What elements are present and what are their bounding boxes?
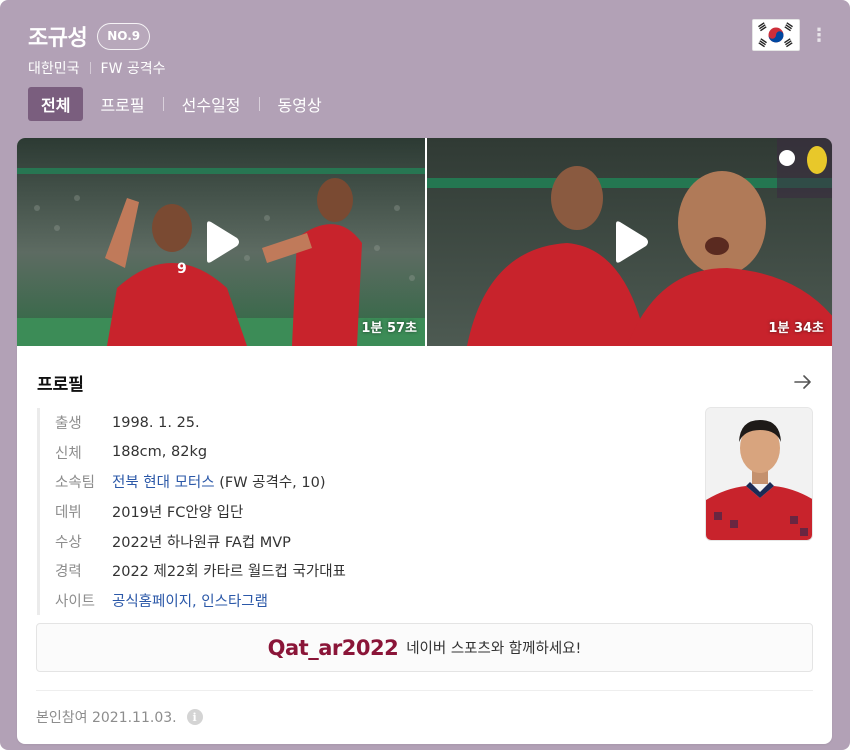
content-panel: 9 1분 57초 1분 34초 프로필 출생 1998. 1. 25. 신체 1… (17, 138, 832, 744)
player-position: FW 공격수 (100, 61, 166, 77)
video-thumbnail-1[interactable]: 9 1분 57초 (17, 138, 425, 346)
info-value: 2019년 FC안양 입단 (112, 505, 244, 522)
player-card: 조규성 NO.9 ⋮ 대한민국 FW 공격수 전체 프로필 선수일정 동영상 9… (0, 0, 850, 750)
number-badge: NO.9 (97, 22, 151, 50)
info-value: 전북 현대 모터스 (FW 공격수, 10) (112, 471, 326, 492)
info-row-birth: 출생 1998. 1. 25. (55, 408, 677, 438)
video-strip: 9 1분 57초 1분 34초 (17, 138, 832, 346)
info-row-body: 신체 188cm, 82kg (55, 438, 677, 468)
info-label: 데뷔 (55, 505, 82, 522)
qatar-2022-banner[interactable]: Qat_ar2022 네이버 스포츠와 함께하세요! (36, 623, 813, 672)
tab-videos[interactable]: 동영상 (265, 87, 335, 121)
self-participation-date: 본인참여 2021.11.03. (36, 710, 177, 726)
banner-text: 네이버 스포츠와 함께하세요! (406, 641, 582, 657)
tab-separator (258, 97, 260, 111)
video-thumbnail-2[interactable]: 1분 34초 (425, 138, 832, 346)
tab-schedule[interactable]: 선수일정 (169, 87, 254, 121)
player-header: 조규성 NO.9 ⋮ 대한민국 FW 공격수 전체 프로필 선수일정 동영상 (28, 19, 830, 130)
footer: 본인참여 2021.11.03. i (36, 707, 203, 727)
info-row-debut: 데뷔 2019년 FC안양 입단 (55, 497, 677, 527)
tab-separator (162, 97, 164, 111)
tab-all[interactable]: 전체 (28, 87, 84, 121)
info-label: 신체 (55, 445, 82, 462)
team-link[interactable]: 전북 현대 모터스 (112, 475, 215, 491)
info-label: 사이트 (55, 593, 96, 610)
info-row-site: 사이트 공식홈페이지, 인스타그램 (55, 586, 677, 616)
info-label: 출생 (55, 416, 82, 433)
team-detail: (FW 공격수, 10) (214, 475, 326, 492)
korea-flag-icon[interactable] (752, 19, 800, 51)
info-row-award: 수상 2022년 하나원큐 FA컵 MVP (55, 526, 677, 556)
info-label: 경력 (55, 564, 82, 581)
info-value: 2022 제22회 카타르 월드컵 국가대표 (112, 564, 346, 581)
info-separator (89, 62, 91, 74)
play-icon (615, 221, 648, 263)
info-value: 188cm, 82kg (112, 444, 208, 461)
info-value: 1998. 1. 25. (112, 414, 200, 431)
tab-profile[interactable]: 프로필 (87, 87, 157, 121)
info-value: 2022년 하나원큐 FA컵 MVP (112, 534, 291, 551)
info-row-team: 소속팀 전북 현대 모터스 (FW 공격수, 10) (55, 467, 677, 497)
tab-bar: 전체 프로필 선수일정 동영상 (28, 87, 335, 121)
info-row-career: 경력 2022 제22회 카타르 월드컵 국가대표 (55, 556, 677, 586)
info-label: 소속팀 (55, 475, 96, 492)
arrow-right-icon[interactable] (792, 371, 814, 393)
info-icon[interactable]: i (186, 709, 203, 725)
play-icon (207, 221, 239, 263)
player-photo[interactable] (705, 407, 813, 541)
profile-title: 프로필 (37, 374, 84, 395)
video-duration: 1분 34초 (768, 321, 824, 336)
video-duration: 1분 57초 (361, 321, 417, 336)
profile-header[interactable]: 프로필 (37, 370, 814, 395)
more-vertical-icon[interactable]: ⋮ (810, 22, 828, 50)
qatar-2022-logo: Qat_ar2022 (267, 635, 399, 660)
site-links[interactable]: 공식홈페이지, 인스타그램 (112, 590, 268, 611)
profile-info-list: 출생 1998. 1. 25. 신체 188cm, 82kg 소속팀 전북 현대… (37, 408, 677, 616)
player-country: 대한민국 (28, 61, 80, 77)
player-name[interactable]: 조규성 (28, 20, 88, 52)
info-label: 수상 (55, 534, 82, 551)
divider (36, 690, 813, 691)
svg-text:9: 9 (177, 261, 187, 277)
